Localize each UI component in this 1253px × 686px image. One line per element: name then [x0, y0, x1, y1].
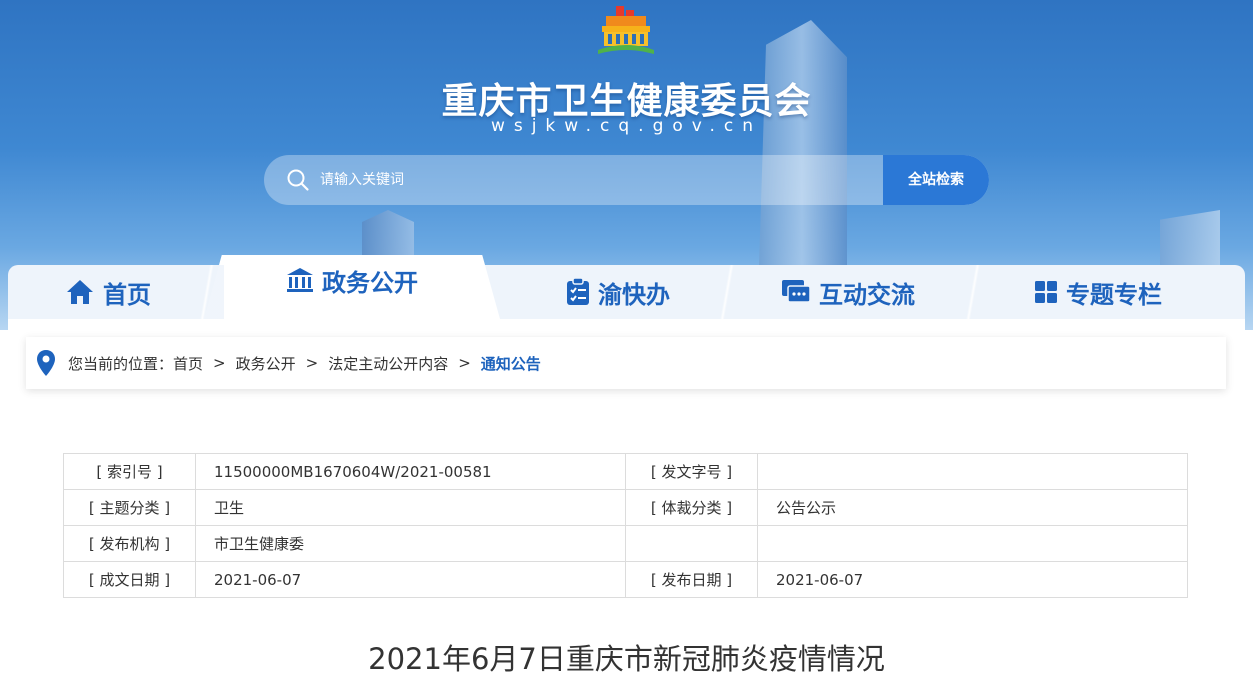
meta-value: 2021-06-07 [195, 561, 626, 598]
nav-item-yukuaiban[interactable]: 渝快办 [508, 265, 728, 319]
breadcrumb-separator: > [458, 354, 471, 372]
search-input[interactable] [320, 155, 880, 205]
table-row: [ 主题分类 ] 卫生 [ 体裁分类 ] 公告公示 [63, 489, 1188, 526]
meta-key: [ 成文日期 ] [63, 561, 196, 598]
nav-item-label: 政务公开 [322, 268, 418, 297]
table-row: [ 成文日期 ] 2021-06-07 [ 发布日期 ] 2021-06-07 [63, 561, 1188, 598]
meta-key: [ 发布日期 ] [625, 561, 758, 598]
meta-value [757, 453, 1188, 490]
breadcrumb-current[interactable]: 通知公告 [481, 353, 541, 374]
search-icon [287, 169, 309, 191]
breadcrumb: 您当前的位置： 首页 > 政务公开 > 法定主动公开内容 > 通知公告 [26, 337, 1226, 389]
government-building-icon [287, 268, 313, 292]
meta-value: 2021-06-07 [757, 561, 1188, 598]
site-domain: wsjkw.cq.gov.cn [490, 116, 763, 136]
nav-item-home[interactable]: 首页 [28, 265, 188, 319]
nav-item-label: 互动交流 [819, 280, 915, 309]
table-row: [ 索引号 ] 11500000MB1670604W/2021-00581 [ … [63, 453, 1188, 490]
meta-value: 公告公示 [757, 489, 1188, 526]
meta-key: [ 索引号 ] [63, 453, 196, 490]
checklist-icon [567, 278, 589, 305]
table-row: [ 发布机构 ] 市卫生健康委 [63, 525, 1188, 562]
breadcrumb-prefix: 您当前的位置： [68, 354, 174, 373]
location-pin-icon [37, 350, 55, 376]
meta-value: 市卫生健康委 [195, 525, 626, 562]
grid-icon [1035, 281, 1057, 303]
breadcrumb-separator: > [305, 354, 319, 372]
meta-key: [ 体裁分类 ] [625, 489, 758, 526]
nav-item-special-topics[interactable]: 专题专栏 [988, 265, 1208, 319]
nav-divider [956, 265, 990, 319]
search-button[interactable]: 全站检索 [883, 155, 989, 205]
meta-key: [ 主题分类 ] [63, 489, 196, 526]
main-nav: 首页 政务公开 渝快办 互动交流 专题专栏 [8, 255, 1245, 319]
nav-item-interaction[interactable]: 互动交流 [738, 265, 958, 319]
meta-key [625, 525, 758, 562]
breadcrumb-link-statutory-content[interactable]: 法定主动公开内容 [328, 353, 448, 374]
meta-value: 11500000MB1670604W/2021-00581 [195, 453, 626, 490]
meta-value: 卫生 [195, 489, 626, 526]
breadcrumb-link-home[interactable]: 首页 [173, 353, 203, 374]
chat-icon [782, 280, 811, 303]
nav-item-label: 首页 [103, 280, 151, 309]
search-bar: 全站检索 [264, 155, 989, 205]
nav-item-label: 专题专栏 [1066, 280, 1162, 309]
site-logo[interactable] [596, 4, 656, 56]
article-title: 2021年6月7日重庆市新冠肺炎疫情情况 [368, 642, 885, 676]
nav-item-label: 渝快办 [598, 280, 670, 309]
meta-key: [ 发文字号 ] [625, 453, 758, 490]
meta-key: [ 发布机构 ] [63, 525, 196, 562]
breadcrumb-separator: > [213, 354, 226, 372]
breadcrumb-link-government-affairs[interactable]: 政务公开 [236, 353, 296, 374]
document-metadata-table: [ 索引号 ] 11500000MB1670604W/2021-00581 [ … [63, 453, 1188, 598]
home-icon [67, 280, 93, 304]
nav-item-government-affairs[interactable]: 政务公开 [204, 253, 500, 307]
meta-value [757, 525, 1188, 562]
